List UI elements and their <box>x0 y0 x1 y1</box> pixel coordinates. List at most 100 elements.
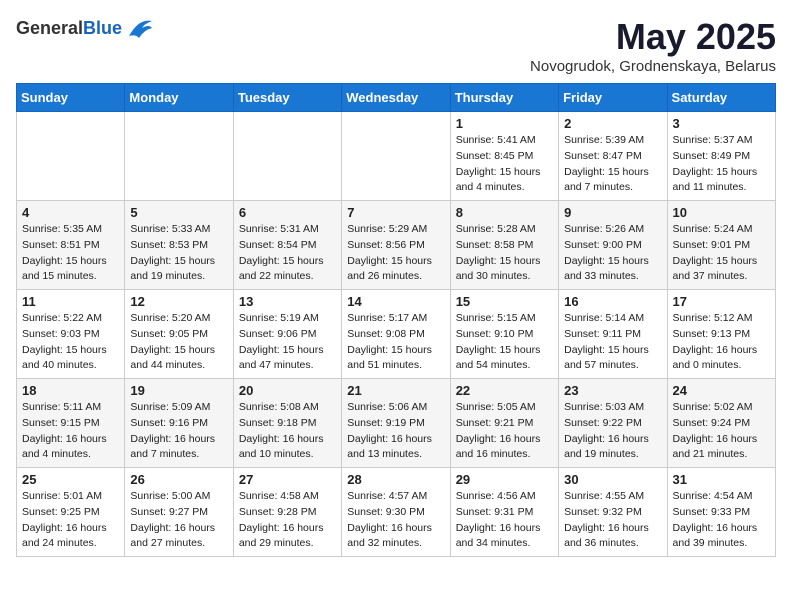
calendar-cell: 30Sunrise: 4:55 AM Sunset: 9:32 PM Dayli… <box>559 468 667 557</box>
calendar-cell: 29Sunrise: 4:56 AM Sunset: 9:31 PM Dayli… <box>450 468 558 557</box>
day-number: 25 <box>22 472 119 487</box>
logo-blue: Blue <box>83 18 122 38</box>
logo: GeneralBlue <box>16 16 154 41</box>
day-number: 3 <box>673 116 770 131</box>
day-info: Sunrise: 5:26 AM Sunset: 9:00 PM Dayligh… <box>564 222 661 285</box>
day-info: Sunrise: 5:14 AM Sunset: 9:11 PM Dayligh… <box>564 311 661 374</box>
location-subtitle: Novogrudok, Grodnenskaya, Belarus <box>530 58 776 75</box>
weekday-header-friday: Friday <box>559 84 667 112</box>
calendar-cell: 23 Sunrise: 5:03 AM Sunset: 9:22 PM Dayli… <box>559 379 667 468</box>
weekday-header-saturday: Saturday <box>667 84 775 112</box>
day-info: Sunrise: 5:02 AM Sunset: 9:24 PM Dayligh… <box>673 400 770 463</box>
week-row-4: 18Sunrise: 5:11 AM Sunset: 9:15 PM Dayli… <box>17 379 776 468</box>
day-number: 5 <box>130 205 227 220</box>
calendar-cell: 16 Sunrise: 5:14 AM Sunset: 9:11 PM Dayli… <box>559 290 667 379</box>
day-number: 13 <box>239 294 336 309</box>
day-info: Sunrise: 5:33 AM Sunset: 8:53 PM Dayligh… <box>130 222 227 285</box>
calendar-cell: 15 Sunrise: 5:15 AM Sunset: 9:10 PM Dayli… <box>450 290 558 379</box>
weekday-header-row: SundayMondayTuesdayWednesdayThursdayFrid… <box>17 84 776 112</box>
day-info: Sunrise: 5:41 AM Sunset: 8:45 PM Dayligh… <box>456 133 553 196</box>
title-block: May 2025 Novogrudok, Grodnenskaya, Belar… <box>530 16 776 75</box>
day-info: Sunrise: 5:20 AM Sunset: 9:05 PM Dayligh… <box>130 311 227 374</box>
calendar-cell: 14 Sunrise: 5:17 AM Sunset: 9:08 PM Dayli… <box>342 290 450 379</box>
calendar-cell: 26Sunrise: 5:00 AM Sunset: 9:27 PM Dayli… <box>125 468 233 557</box>
day-info: Sunrise: 4:57 AM Sunset: 9:30 PM Dayligh… <box>347 489 444 552</box>
week-row-3: 11Sunrise: 5:22 AM Sunset: 9:03 PM Dayli… <box>17 290 776 379</box>
day-info: Sunrise: 5:05 AM Sunset: 9:21 PM Dayligh… <box>456 400 553 463</box>
calendar-cell: 22 Sunrise: 5:05 AM Sunset: 9:21 PM Dayli… <box>450 379 558 468</box>
day-number: 26 <box>130 472 227 487</box>
calendar-cell <box>125 112 233 201</box>
day-number: 8 <box>456 205 553 220</box>
day-number: 28 <box>347 472 444 487</box>
day-info: Sunrise: 5:29 AM Sunset: 8:56 PM Dayligh… <box>347 222 444 285</box>
day-number: 20 <box>239 383 336 398</box>
calendar-cell: 28 Sunrise: 4:57 AM Sunset: 9:30 PM Dayli… <box>342 468 450 557</box>
calendar-cell: 13 Sunrise: 5:19 AM Sunset: 9:06 PM Dayli… <box>233 290 341 379</box>
week-row-2: 4 Sunrise: 5:35 AM Sunset: 8:51 PM Daylig… <box>17 201 776 290</box>
weekday-header-wednesday: Wednesday <box>342 84 450 112</box>
day-number: 22 <box>456 383 553 398</box>
calendar-cell: 1 Sunrise: 5:41 AM Sunset: 8:45 PM Daylig… <box>450 112 558 201</box>
calendar-cell: 21Sunrise: 5:06 AM Sunset: 9:19 PM Dayli… <box>342 379 450 468</box>
calendar-cell: 27 Sunrise: 4:58 AM Sunset: 9:28 PM Dayli… <box>233 468 341 557</box>
calendar-cell: 11Sunrise: 5:22 AM Sunset: 9:03 PM Dayli… <box>17 290 125 379</box>
day-number: 6 <box>239 205 336 220</box>
logo-text: GeneralBlue <box>16 18 122 39</box>
day-info: Sunrise: 5:01 AM Sunset: 9:25 PM Dayligh… <box>22 489 119 552</box>
day-number: 16 <box>564 294 661 309</box>
calendar-cell <box>342 112 450 201</box>
day-number: 29 <box>456 472 553 487</box>
day-info: Sunrise: 5:24 AM Sunset: 9:01 PM Dayligh… <box>673 222 770 285</box>
day-number: 24 <box>673 383 770 398</box>
day-info: Sunrise: 5:03 AM Sunset: 9:22 PM Dayligh… <box>564 400 661 463</box>
calendar-cell: 24 Sunrise: 5:02 AM Sunset: 9:24 PM Dayli… <box>667 379 775 468</box>
day-number: 27 <box>239 472 336 487</box>
week-row-5: 25 Sunrise: 5:01 AM Sunset: 9:25 PM Dayli… <box>17 468 776 557</box>
day-number: 17 <box>673 294 770 309</box>
day-info: Sunrise: 5:17 AM Sunset: 9:08 PM Dayligh… <box>347 311 444 374</box>
day-number: 30 <box>564 472 661 487</box>
day-info: Sunrise: 5:09 AM Sunset: 9:16 PM Dayligh… <box>130 400 227 463</box>
day-info: Sunrise: 5:15 AM Sunset: 9:10 PM Dayligh… <box>456 311 553 374</box>
day-number: 10 <box>673 205 770 220</box>
calendar-cell: 25 Sunrise: 5:01 AM Sunset: 9:25 PM Dayli… <box>17 468 125 557</box>
day-info: Sunrise: 5:06 AM Sunset: 9:19 PM Dayligh… <box>347 400 444 463</box>
weekday-header-monday: Monday <box>125 84 233 112</box>
logo-general: General <box>16 18 83 38</box>
day-number: 1 <box>456 116 553 131</box>
day-number: 19 <box>130 383 227 398</box>
day-number: 2 <box>564 116 661 131</box>
calendar-cell: 4 Sunrise: 5:35 AM Sunset: 8:51 PM Daylig… <box>17 201 125 290</box>
day-info: Sunrise: 5:19 AM Sunset: 9:06 PM Dayligh… <box>239 311 336 374</box>
day-number: 4 <box>22 205 119 220</box>
month-year-title: May 2025 <box>530 16 776 58</box>
day-info: Sunrise: 5:28 AM Sunset: 8:58 PM Dayligh… <box>456 222 553 285</box>
calendar-cell: 5 Sunrise: 5:33 AM Sunset: 8:53 PM Daylig… <box>125 201 233 290</box>
weekday-header-sunday: Sunday <box>17 84 125 112</box>
calendar-cell <box>17 112 125 201</box>
day-info: Sunrise: 5:35 AM Sunset: 8:51 PM Dayligh… <box>22 222 119 285</box>
day-number: 9 <box>564 205 661 220</box>
day-info: Sunrise: 5:31 AM Sunset: 8:54 PM Dayligh… <box>239 222 336 285</box>
calendar-cell: 7 Sunrise: 5:29 AM Sunset: 8:56 PM Daylig… <box>342 201 450 290</box>
day-info: Sunrise: 5:12 AM Sunset: 9:13 PM Dayligh… <box>673 311 770 374</box>
calendar-cell: 17 Sunrise: 5:12 AM Sunset: 9:13 PM Dayli… <box>667 290 775 379</box>
logo-bird-icon <box>124 16 154 41</box>
calendar-cell: 12Sunrise: 5:20 AM Sunset: 9:05 PM Dayli… <box>125 290 233 379</box>
day-number: 23 <box>564 383 661 398</box>
day-number: 31 <box>673 472 770 487</box>
day-number: 11 <box>22 294 119 309</box>
week-row-1: 1 Sunrise: 5:41 AM Sunset: 8:45 PM Daylig… <box>17 112 776 201</box>
calendar-table: SundayMondayTuesdayWednesdayThursdayFrid… <box>16 83 776 557</box>
calendar-cell: 6 Sunrise: 5:31 AM Sunset: 8:54 PM Daylig… <box>233 201 341 290</box>
day-info: Sunrise: 5:37 AM Sunset: 8:49 PM Dayligh… <box>673 133 770 196</box>
weekday-header-thursday: Thursday <box>450 84 558 112</box>
day-info: Sunrise: 5:39 AM Sunset: 8:47 PM Dayligh… <box>564 133 661 196</box>
day-number: 15 <box>456 294 553 309</box>
day-number: 7 <box>347 205 444 220</box>
calendar-cell: 10 Sunrise: 5:24 AM Sunset: 9:01 PM Dayli… <box>667 201 775 290</box>
day-number: 14 <box>347 294 444 309</box>
calendar-cell <box>233 112 341 201</box>
day-info: Sunrise: 4:58 AM Sunset: 9:28 PM Dayligh… <box>239 489 336 552</box>
